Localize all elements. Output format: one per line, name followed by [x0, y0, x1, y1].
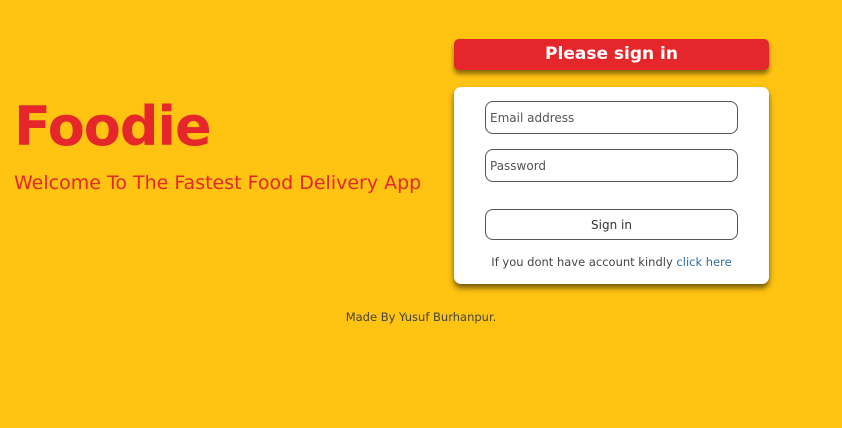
signin-button[interactable]: Sign in [485, 209, 738, 240]
brand-tagline: Welcome To The Fastest Food Delivery App [14, 172, 422, 194]
email-field[interactable] [485, 101, 738, 134]
login-page: Foodie Welcome To The Fastest Food Deliv… [0, 0, 842, 428]
register-prompt: If you dont have account kindly click he… [454, 255, 769, 269]
register-link[interactable]: click here [676, 255, 731, 269]
signin-header: Please sign in [454, 39, 769, 70]
password-field[interactable] [485, 149, 738, 182]
signin-form: Sign in If you dont have account kindly … [454, 87, 769, 284]
register-prompt-text: If you dont have account kindly [491, 255, 677, 269]
brand-title: Foodie [14, 95, 212, 158]
footer-credit: Made By Yusuf Burhanpur. [345, 310, 497, 324]
